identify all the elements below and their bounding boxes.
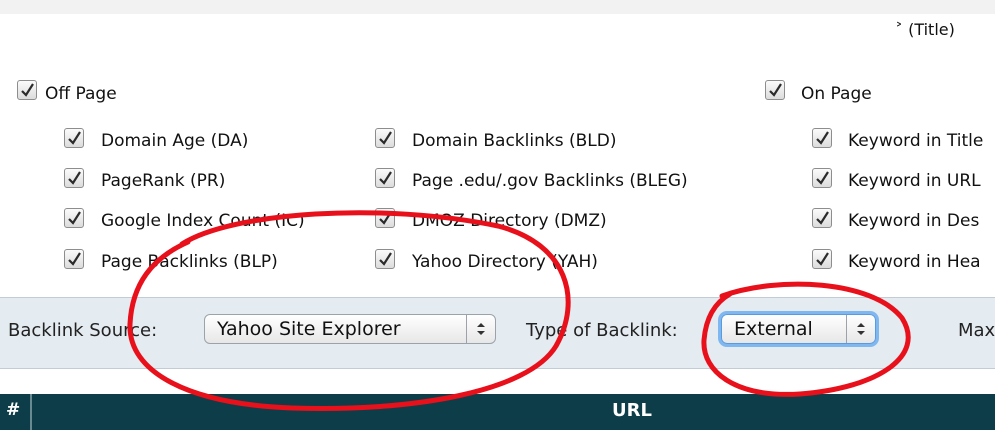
backlink-source-select[interactable]: Yahoo Site Explorer: [204, 314, 496, 344]
checkmark-icon: [379, 131, 392, 145]
page-backlinks-label: Page Backlinks (BLP): [101, 252, 278, 272]
type-of-backlink-select[interactable]: External: [721, 314, 876, 344]
keyword-in-description-checkbox[interactable]: [812, 208, 832, 228]
backlink-options-panel: Backlink Source: Yahoo Site Explorer Typ…: [0, 297, 995, 369]
dmoz-directory-checkbox[interactable]: [375, 208, 395, 228]
domain-age-checkbox[interactable]: [64, 128, 84, 148]
edu-gov-backlinks-label: Page .edu/.gov Backlinks (BLEG): [412, 171, 688, 191]
checkmark-icon: [68, 252, 81, 266]
backlink-source-value: Yahoo Site Explorer: [217, 318, 401, 340]
checkmark-icon: [816, 211, 829, 225]
results-table-header: # URL: [0, 394, 995, 430]
pagerank-checkbox[interactable]: [64, 168, 84, 188]
domain-backlinks-label: Domain Backlinks (BLD): [412, 131, 617, 151]
column-divider: [30, 394, 32, 430]
off-page-label: Off Page: [45, 84, 117, 104]
checkmark-icon: [769, 83, 782, 97]
checkmark-icon: [816, 171, 829, 185]
keyword-in-url-label: Keyword in URL: [848, 171, 981, 191]
stepper-arrows-icon[interactable]: [846, 315, 875, 343]
on-page-checkbox[interactable]: [765, 80, 785, 100]
dmoz-directory-label: DMOZ Directory (DMZ): [412, 211, 607, 231]
top-strip: [0, 0, 995, 14]
stepper-arrows-icon[interactable]: [466, 315, 495, 343]
checkmark-icon: [21, 83, 34, 97]
domain-backlinks-checkbox[interactable]: [375, 128, 395, 148]
keyword-in-title-label: Keyword in Title: [848, 131, 984, 151]
column-header-url[interactable]: URL: [612, 400, 652, 421]
keyword-in-heading-checkbox[interactable]: [812, 249, 832, 269]
checkmark-icon: [379, 211, 392, 225]
domain-age-label: Domain Age (DA): [101, 131, 249, 151]
page-backlinks-checkbox[interactable]: [64, 249, 84, 269]
column-header-number[interactable]: #: [6, 400, 20, 420]
checkmark-icon: [68, 211, 81, 225]
checkmark-icon: [379, 171, 392, 185]
keyword-in-heading-label: Keyword in Hea: [848, 252, 981, 272]
backlink-source-label: Backlink Source:: [8, 320, 158, 341]
keyword-in-title-checkbox[interactable]: [812, 128, 832, 148]
yahoo-directory-label: Yahoo Directory (YAH): [412, 252, 598, 272]
keyword-in-description-label: Keyword in Des: [848, 211, 980, 231]
edu-gov-backlinks-checkbox[interactable]: [375, 168, 395, 188]
yahoo-directory-checkbox[interactable]: [375, 249, 395, 269]
checkmark-icon: [68, 171, 81, 185]
max-label: Max: [958, 320, 995, 341]
checkmark-icon: [379, 252, 392, 266]
checkmark-icon: [816, 252, 829, 266]
on-page-label: On Page: [801, 84, 872, 104]
off-page-checkbox[interactable]: [17, 80, 37, 100]
checkmark-icon: [68, 131, 81, 145]
type-of-backlink-value: External: [734, 318, 813, 340]
pagerank-label: PageRank (PR): [101, 171, 226, 191]
google-index-count-label: Google Index Count (IC): [101, 211, 305, 231]
title-fragment: ˃ (Title): [895, 20, 955, 39]
type-of-backlink-label: Type of Backlink:: [526, 320, 678, 341]
keyword-in-url-checkbox[interactable]: [812, 168, 832, 188]
checkmark-icon: [816, 131, 829, 145]
google-index-count-checkbox[interactable]: [64, 208, 84, 228]
